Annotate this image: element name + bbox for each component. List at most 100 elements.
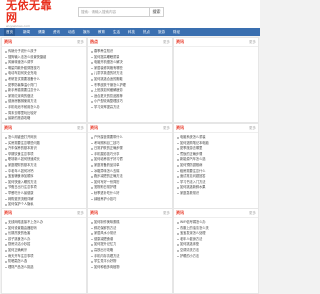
panel-title[interactable]: 资讯 xyxy=(176,124,184,132)
panel-title[interactable]: 资讯 xyxy=(4,124,12,132)
panel-list: 户外露营需要带什么 考驾照科目二技巧 日常护肤的正确步骤 手机摄影技巧分享 如何培养孩子… xyxy=(88,133,172,202)
nav-item[interactable]: 首页 xyxy=(4,28,15,36)
list-item[interactable]: 如何保护个人隐私 xyxy=(5,202,86,208)
search-button[interactable]: 搜索 xyxy=(150,7,164,17)
panel-more-link[interactable]: 更多 xyxy=(77,124,84,132)
list-item[interactable]: 护眼的小方法 xyxy=(177,254,258,260)
panel-more-link[interactable]: 更多 xyxy=(163,38,170,46)
bullet-icon xyxy=(91,244,93,246)
bullet-icon xyxy=(91,170,93,173)
panel-more-link[interactable]: 更多 xyxy=(163,209,170,217)
panel-title[interactable]: 资讯 xyxy=(176,38,184,46)
nav-item[interactable]: 健康 xyxy=(38,28,45,36)
panel-list: 春季养生知识 如何提高睡眠质量 电脑开机慢怎么解决 家居装修风格有哪些 儿童学英语的好方… xyxy=(88,47,172,111)
bullet-icon xyxy=(5,198,7,201)
panel-header: 资讯 更多 xyxy=(174,38,258,47)
panel-list: 电脑系统怎么重装 如何选购笔记本电脑 夏季旅游去哪里 煮饭的正确步骤 新能源汽车怎么选如… xyxy=(174,133,258,197)
panel-title[interactable]: 资讯 xyxy=(90,209,98,217)
bullet-icon xyxy=(91,250,93,252)
bullet-icon xyxy=(91,238,93,241)
bullet-icon xyxy=(177,148,179,150)
nav-item[interactable]: 旅游 xyxy=(158,28,165,36)
bullet-icon xyxy=(5,266,7,269)
panel-header: 资讯 更多 xyxy=(174,124,258,133)
list-item[interactable]: 理财产品怎么挑选 xyxy=(5,265,86,271)
bullet-icon xyxy=(5,261,7,263)
content-panel: 资讯 更多 无线网络连接不上怎么办 如何设置路由器密码 长期熬夜的危害 孩子挑食怎么办 厨房… xyxy=(1,208,87,294)
bullet-icon xyxy=(5,233,7,235)
nav-item[interactable]: 新闻 xyxy=(23,28,30,36)
panel-more-link[interactable]: 更多 xyxy=(163,124,170,132)
panel-list: 怎么用键盘打开网页 买房需要注意哪些问题 汽车保养的基本常识 孕期饮食注意事项 职场新人… xyxy=(2,133,86,208)
content-panel: 资讯 更多 传销分子说什么孩子 搜狗输入法怎么设置快捷键 风扇转速怎么调节 明星同款外套穿… xyxy=(1,37,87,123)
panel-more-link[interactable]: 更多 xyxy=(77,209,84,217)
panel-header: 资讯 更多 xyxy=(88,124,172,133)
bullet-icon xyxy=(91,165,93,167)
content-panel: 资讯 更多 xyxy=(173,37,259,123)
bullet-icon xyxy=(177,153,179,156)
panel-more-link[interactable]: 更多 xyxy=(77,38,84,46)
site-logo[interactable]: 无依无靠网 wuyiwukao.com xyxy=(6,0,58,28)
panel-list: WiFi信号弱怎么办 衣服上的油渍怎么洗 宝宝发烧怎么处理 老年人健身方法 如何挑选床垫… xyxy=(174,218,258,259)
nav-item[interactable]: 财经 xyxy=(173,28,180,36)
list-item-link[interactable]: 最新的旅游攻略 xyxy=(8,116,30,122)
content-panel: 资讯 更多 WiFi信号弱怎么办 衣服上的油渍怎么洗 宝宝发烧怎么处理 老年人健身方法 如何… xyxy=(173,208,259,294)
bullet-icon xyxy=(91,266,93,269)
bullet-icon xyxy=(177,244,179,246)
nav-item[interactable]: 热点 xyxy=(143,28,150,36)
panel-title[interactable]: 资讯 xyxy=(4,209,12,217)
list-item[interactable]: 最新的旅游攻略 xyxy=(5,116,86,122)
bullet-icon xyxy=(5,112,7,115)
list-item[interactable]: 如何种植多肉植物 xyxy=(91,265,172,271)
panel-title[interactable]: 热点 xyxy=(90,38,98,46)
panel-title[interactable]: 资讯 xyxy=(90,124,98,132)
bullet-icon xyxy=(177,187,179,189)
panel-header: 资讯 更多 xyxy=(2,38,86,47)
panel-title[interactable]: 资讯 xyxy=(176,209,184,217)
bullet-icon xyxy=(91,176,93,178)
panel-header: 资讯 更多 xyxy=(2,124,86,133)
panel-title[interactable]: 资讯 xyxy=(4,38,12,46)
content-panel: 资讯 更多 户外露营需要带什么 考驾照科目二技巧 日常护肤的正确步骤 手机摄影技巧分享 如何… xyxy=(87,123,173,209)
bullet-icon xyxy=(5,227,7,230)
list-item[interactable]: 绿植养护小技巧 xyxy=(91,197,172,203)
nav-item[interactable]: 动态 xyxy=(68,28,75,36)
bullet-icon xyxy=(91,79,93,81)
nav-item[interactable]: 资讯 xyxy=(53,28,60,36)
bullet-icon xyxy=(91,187,93,189)
nav-item[interactable]: 教育 xyxy=(98,28,105,36)
panel-more-link[interactable]: 更多 xyxy=(249,38,256,46)
bullet-icon xyxy=(177,250,179,252)
nav-item[interactable]: 科技 xyxy=(128,28,135,36)
list-item-link[interactable]: 学习效率提高方法 xyxy=(94,105,120,111)
list-item[interactable]: 学习效率提高方法 xyxy=(91,105,172,111)
bullet-icon xyxy=(91,90,93,92)
list-item-link[interactable]: 如何保护个人隐私 xyxy=(8,202,34,208)
list-item[interactable]: 家庭急救常识 xyxy=(177,191,258,197)
list-item-link[interactable]: 如何种植多肉植物 xyxy=(94,265,120,271)
bullet-icon xyxy=(5,101,7,103)
panel-more-link[interactable]: 更多 xyxy=(249,124,256,132)
bullet-icon xyxy=(91,84,93,87)
bullet-icon xyxy=(5,106,7,109)
nav-item[interactable]: 娱乐 xyxy=(83,28,90,36)
search-input[interactable]: 搜索：请输入搜索内容 xyxy=(78,7,150,17)
bullet-icon xyxy=(91,192,93,195)
bullet-icon xyxy=(177,142,179,145)
panel-list: 无线网络连接不上怎么办 如何设置路由器密码 长期熬夜的危害 孩子挑食怎么办 厨房清洁小妙… xyxy=(2,218,86,270)
panel-more-link[interactable]: 更多 xyxy=(249,209,256,217)
main-nav: 首页 新闻 健康 资讯 动态 娱乐 教育 生活 科技 热点 旅游 财经 xyxy=(0,28,260,36)
list-item-link[interactable]: 绿植养护小技巧 xyxy=(94,197,116,203)
bullet-icon xyxy=(5,62,7,64)
list-item-link[interactable]: 护眼的小方法 xyxy=(180,254,199,260)
bullet-icon xyxy=(91,106,93,109)
bullet-icon xyxy=(5,73,7,75)
bullet-icon xyxy=(5,255,7,258)
panel-list xyxy=(174,47,258,49)
list-item-link[interactable]: 家庭急救常识 xyxy=(180,191,199,197)
bullet-icon xyxy=(177,176,179,178)
list-item-link[interactable]: 理财产品怎么挑选 xyxy=(8,265,34,271)
bullet-icon xyxy=(5,142,7,145)
nav-item[interactable]: 生活 xyxy=(113,28,120,36)
bullet-icon xyxy=(177,238,179,241)
